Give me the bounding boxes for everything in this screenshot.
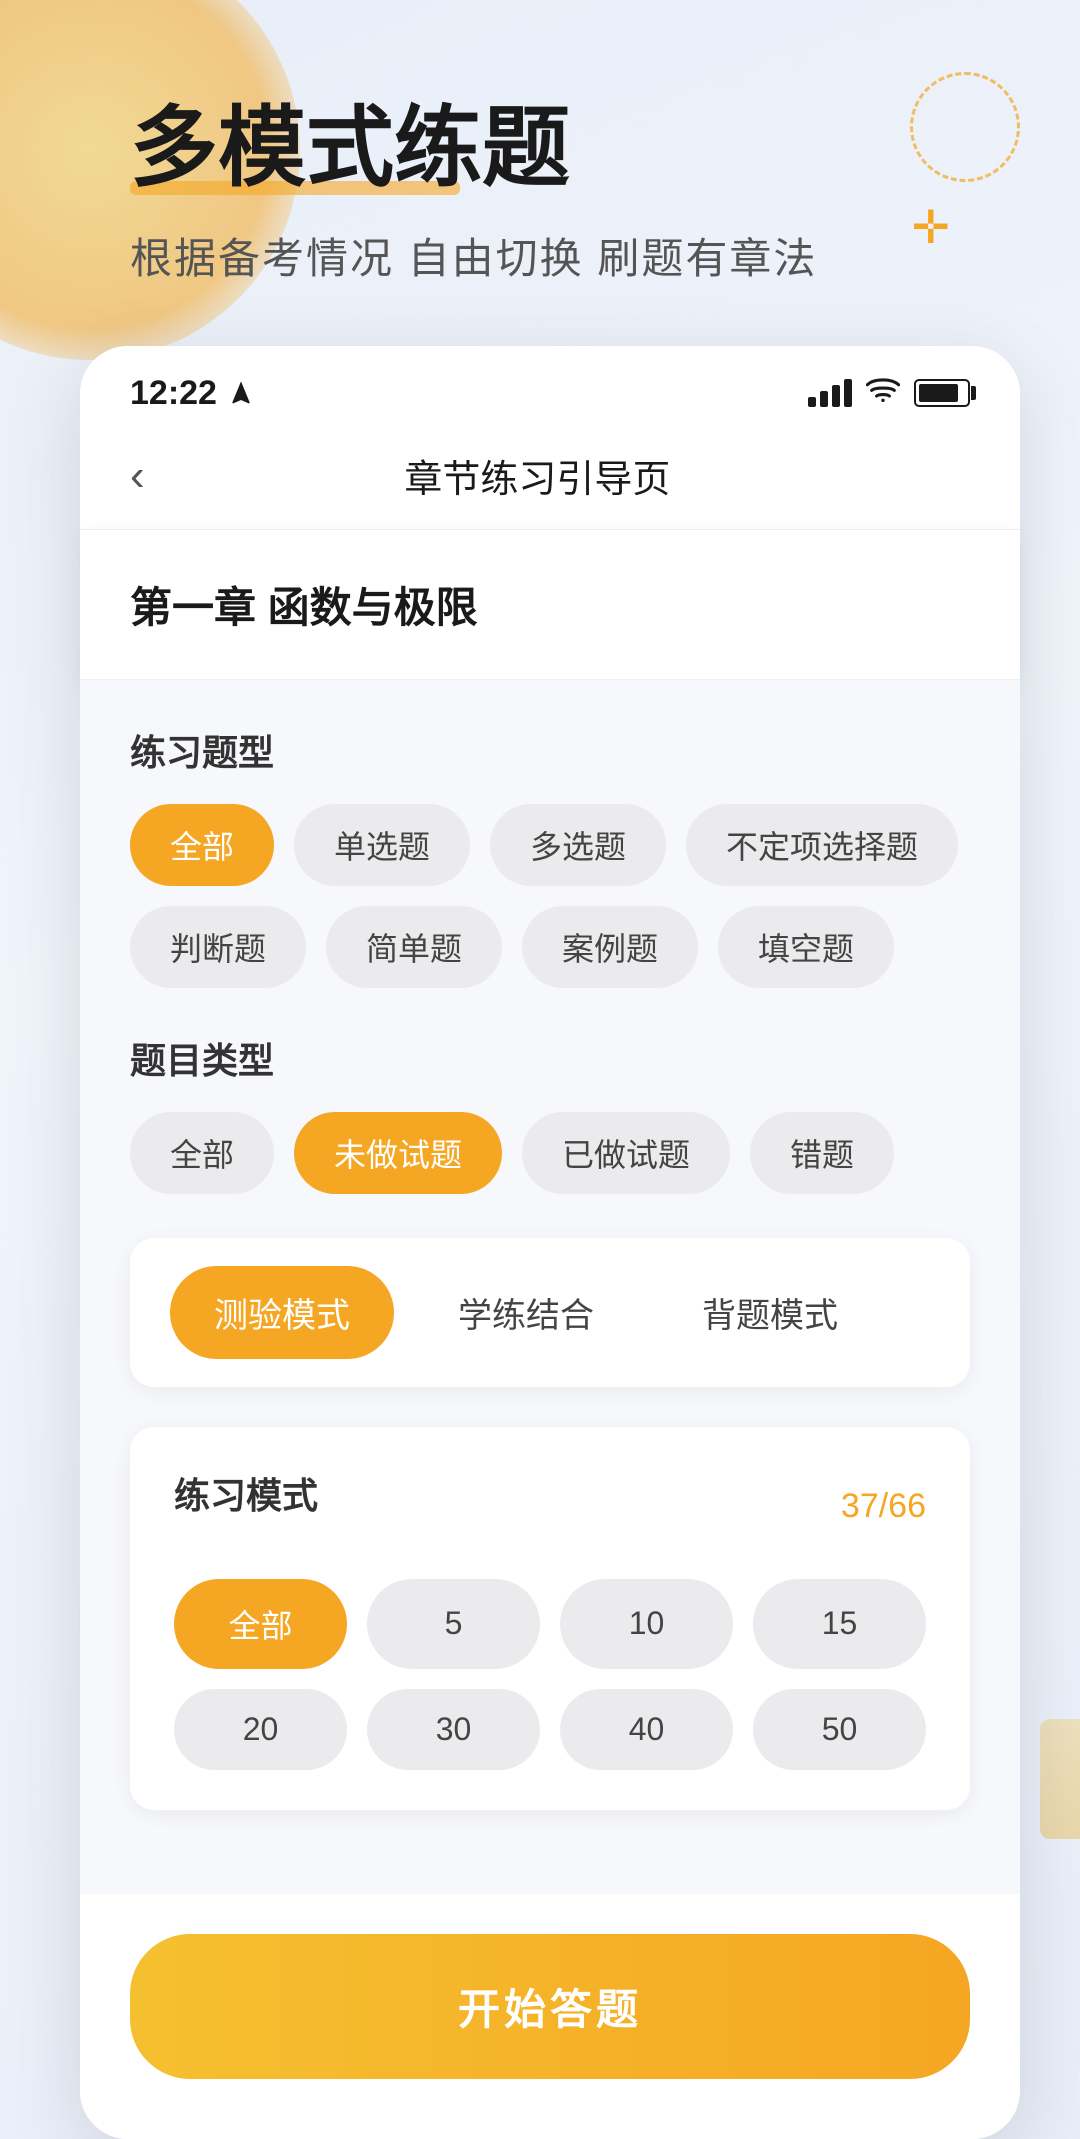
signal-icon <box>808 379 852 407</box>
start-button[interactable]: 开始答题 <box>130 1934 970 2079</box>
header-area: 多模式练题 根据备考情况 自由切换 刷题有章法 <box>0 0 1080 326</box>
question-type-pills: 全部 单选题 多选题 不定项选择题 判断题 简单题 案例题 填空题 <box>130 804 970 988</box>
question-type-section: 练习题型 全部 单选题 多选题 不定项选择题 判断题 简单题 案例题 填空题 <box>130 724 970 988</box>
pill-single[interactable]: 单选题 <box>294 804 470 886</box>
chapter-header: 第一章 函数与极限 <box>80 530 1020 680</box>
pill-all-type[interactable]: 全部 <box>130 804 274 886</box>
pill-cat-done[interactable]: 已做试题 <box>522 1112 730 1194</box>
wifi-icon <box>866 375 900 411</box>
navigation-icon <box>227 379 255 407</box>
chapter-title: 第一章 函数与极限 <box>130 574 970 635</box>
pill-cat-all[interactable]: 全部 <box>130 1112 274 1194</box>
phone-mockup: 12:22 ‹ 章节练 <box>80 346 1020 2139</box>
start-btn-wrapper: 开始答题 <box>80 1894 1020 2139</box>
num-10[interactable]: 10 <box>560 1579 733 1669</box>
status-icons <box>808 375 970 411</box>
num-5[interactable]: 5 <box>367 1579 540 1669</box>
content-area: 练习题型 全部 单选题 多选题 不定项选择题 判断题 简单题 案例题 填空题 题… <box>80 680 1020 1894</box>
pill-judge[interactable]: 判断题 <box>130 906 306 988</box>
pill-cat-undone[interactable]: 未做试题 <box>294 1112 502 1194</box>
num-40[interactable]: 40 <box>560 1689 733 1770</box>
pill-cat-wrong[interactable]: 错题 <box>750 1112 894 1194</box>
pill-case[interactable]: 案例题 <box>522 906 698 988</box>
num-20[interactable]: 20 <box>174 1689 347 1770</box>
num-15[interactable]: 15 <box>753 1579 926 1669</box>
question-category-pills: 全部 未做试题 已做试题 错题 <box>130 1112 970 1194</box>
num-30[interactable]: 30 <box>367 1689 540 1770</box>
battery-icon <box>914 379 970 407</box>
num-50[interactable]: 50 <box>753 1689 926 1770</box>
number-grid: 全部 5 10 15 20 30 40 50 <box>174 1579 926 1770</box>
nav-title: 章节练习引导页 <box>165 448 910 503</box>
subtitle: 根据备考情况 自由切换 刷题有章法 <box>130 225 990 286</box>
question-type-label: 练习题型 <box>130 724 970 776</box>
practice-mode-section: 练习模式 37/66 全部 5 10 15 20 30 40 50 <box>130 1427 970 1810</box>
pill-multi[interactable]: 多选题 <box>490 804 666 886</box>
practice-header: 练习模式 37/66 <box>174 1467 926 1547</box>
status-time: 12:22 <box>130 374 255 413</box>
num-all[interactable]: 全部 <box>174 1579 347 1669</box>
pill-fill[interactable]: 填空题 <box>718 906 894 988</box>
mode-study[interactable]: 学练结合 <box>414 1266 638 1359</box>
practice-count: 37/66 <box>841 1487 926 1526</box>
mode-selector: 测验模式 学练结合 背题模式 <box>130 1238 970 1387</box>
status-bar: 12:22 <box>80 346 1020 429</box>
right-decoration <box>1040 1719 1080 1839</box>
mode-back[interactable]: 背题模式 <box>658 1266 882 1359</box>
pill-uncertain[interactable]: 不定项选择题 <box>686 804 958 886</box>
pill-simple[interactable]: 简单题 <box>326 906 502 988</box>
main-title: 多模式练题 <box>130 100 570 197</box>
nav-bar: ‹ 章节练习引导页 <box>80 429 1020 530</box>
question-category-label: 题目类型 <box>130 1032 970 1084</box>
mode-test[interactable]: 测验模式 <box>170 1266 394 1359</box>
back-button[interactable]: ‹ <box>130 447 165 505</box>
practice-mode-label: 练习模式 <box>174 1467 318 1519</box>
question-category-section: 题目类型 全部 未做试题 已做试题 错题 <box>130 1032 970 1194</box>
